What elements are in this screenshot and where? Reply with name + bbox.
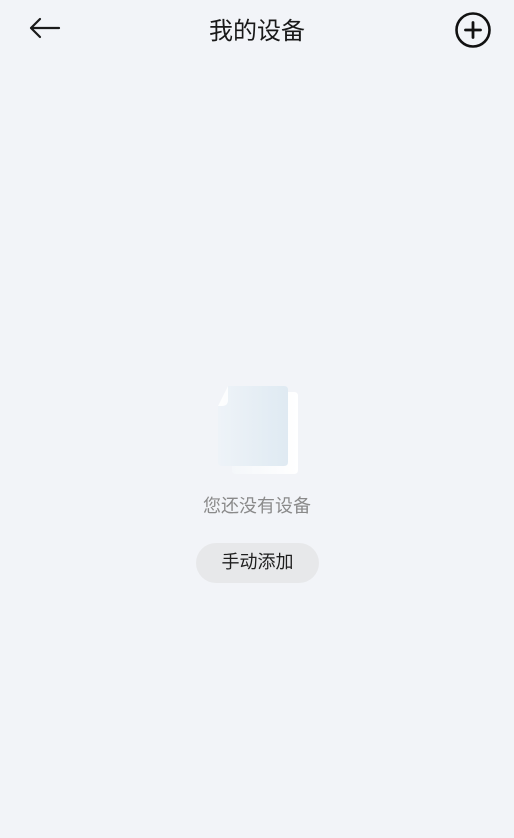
- add-device-button[interactable]: [452, 9, 494, 51]
- page-title: 我的设备: [209, 17, 305, 45]
- empty-document-icon: [218, 386, 298, 474]
- empty-illustration: [214, 384, 300, 476]
- empty-message: 您还没有设备: [203, 496, 311, 517]
- top-bar: 我的设备: [0, 0, 514, 62]
- manual-add-button[interactable]: 手动添加: [196, 543, 319, 583]
- plus-circle-icon: [455, 12, 491, 48]
